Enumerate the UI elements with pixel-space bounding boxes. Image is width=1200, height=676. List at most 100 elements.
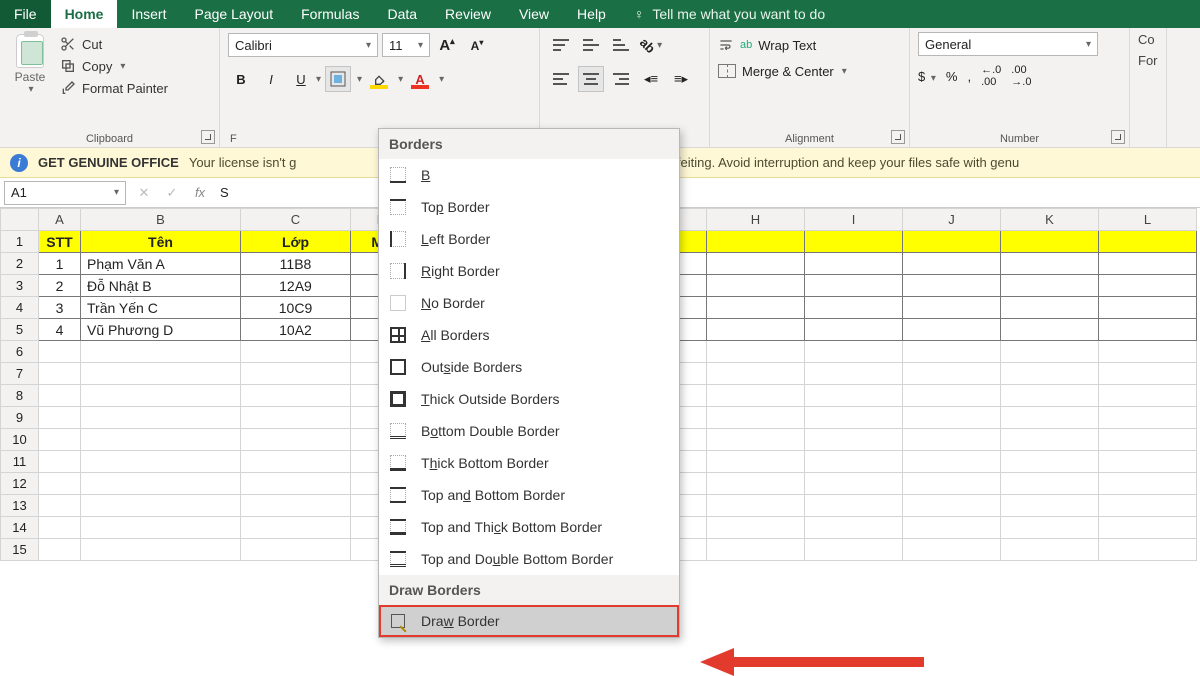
cell[interactable] <box>241 363 351 385</box>
cell[interactable] <box>1099 253 1197 275</box>
row-header-10[interactable]: 10 <box>1 429 39 451</box>
cut-button[interactable]: Cut <box>60 36 168 52</box>
comma-button[interactable]: , <box>967 69 971 84</box>
cell[interactable] <box>805 341 903 363</box>
cell[interactable]: Trần Yến C <box>81 297 241 319</box>
fx-cancel-button[interactable]: ✕ <box>130 185 158 201</box>
cell[interactable] <box>39 517 81 539</box>
cell[interactable] <box>805 473 903 495</box>
cell[interactable] <box>241 341 351 363</box>
cell[interactable] <box>805 429 903 451</box>
cell[interactable]: 12A9 <box>241 275 351 297</box>
align-center-button[interactable] <box>578 66 604 92</box>
dd-no-border[interactable]: No Border <box>379 287 679 319</box>
cell[interactable] <box>1001 231 1099 253</box>
font-name-combo[interactable]: Calibri ▾ <box>228 33 378 57</box>
number-dialog-launcher[interactable] <box>1111 130 1125 144</box>
chevron-down-icon[interactable]: ▾ <box>316 74 321 85</box>
col-header-J[interactable]: J <box>903 209 1001 231</box>
cell[interactable] <box>903 341 1001 363</box>
cell[interactable]: 4 <box>39 319 81 341</box>
dd-thick-bottom[interactable]: Thick Bottom Border <box>379 447 679 479</box>
cell[interactable] <box>1099 429 1197 451</box>
cell[interactable] <box>1001 297 1099 319</box>
cell[interactable] <box>1099 495 1197 517</box>
cell[interactable]: Lớp <box>241 231 351 253</box>
cell[interactable] <box>903 297 1001 319</box>
dd-outside-borders[interactable]: Outside Borders <box>379 351 679 383</box>
row-header-5[interactable]: 5 <box>1 319 39 341</box>
cell[interactable]: Đỗ Nhật B <box>81 275 241 297</box>
cell[interactable] <box>1099 341 1197 363</box>
cell[interactable] <box>805 319 903 341</box>
cell[interactable] <box>1099 231 1197 253</box>
cell[interactable] <box>903 517 1001 539</box>
col-header-H[interactable]: H <box>707 209 805 231</box>
borders-dropdown-arrow[interactable]: ▾ <box>357 74 362 85</box>
cell[interactable] <box>241 473 351 495</box>
row-header-6[interactable]: 6 <box>1 341 39 363</box>
cell[interactable] <box>81 385 241 407</box>
cell[interactable] <box>903 275 1001 297</box>
cell[interactable] <box>241 495 351 517</box>
cell[interactable] <box>707 407 805 429</box>
cell[interactable] <box>805 385 903 407</box>
decrease-font-button[interactable]: A▾ <box>464 32 490 58</box>
cell[interactable] <box>39 385 81 407</box>
fill-color-button[interactable] <box>366 66 392 92</box>
tab-home[interactable]: Home <box>51 0 118 28</box>
cell[interactable] <box>1099 363 1197 385</box>
cell[interactable] <box>707 275 805 297</box>
cell[interactable] <box>1001 341 1099 363</box>
paste-button[interactable]: Paste ▾ <box>8 32 52 96</box>
cell[interactable] <box>81 429 241 451</box>
cell[interactable] <box>81 451 241 473</box>
cell[interactable] <box>39 363 81 385</box>
cell[interactable] <box>39 473 81 495</box>
row-header-15[interactable]: 15 <box>1 539 39 561</box>
cell[interactable] <box>805 407 903 429</box>
cell[interactable] <box>39 451 81 473</box>
cell[interactable] <box>805 231 903 253</box>
cell[interactable] <box>1001 319 1099 341</box>
cell[interactable] <box>1001 407 1099 429</box>
chevron-down-icon[interactable]: ▾ <box>120 61 125 72</box>
chevron-down-icon[interactable]: ▾ <box>28 84 33 95</box>
cell[interactable] <box>39 539 81 561</box>
underline-button[interactable]: U <box>288 66 314 92</box>
cell[interactable] <box>707 451 805 473</box>
cell[interactable]: 1 <box>39 253 81 275</box>
cell[interactable] <box>1001 429 1099 451</box>
row-header-12[interactable]: 12 <box>1 473 39 495</box>
cell[interactable] <box>707 517 805 539</box>
dd-bottom-border[interactable]: B <box>379 159 679 191</box>
col-header-I[interactable]: I <box>805 209 903 231</box>
cell[interactable] <box>81 517 241 539</box>
cell[interactable] <box>1099 319 1197 341</box>
cell[interactable]: 3 <box>39 297 81 319</box>
tab-data[interactable]: Data <box>373 0 431 28</box>
cell[interactable] <box>1099 385 1197 407</box>
cell[interactable] <box>903 495 1001 517</box>
cell[interactable]: Vũ Phương D <box>81 319 241 341</box>
cell[interactable] <box>707 341 805 363</box>
align-left-button[interactable] <box>548 66 574 92</box>
cell[interactable] <box>81 473 241 495</box>
cell[interactable] <box>39 407 81 429</box>
borders-button[interactable] <box>325 66 351 92</box>
cell[interactable] <box>805 495 903 517</box>
cell[interactable] <box>39 341 81 363</box>
cell[interactable]: 10C9 <box>241 297 351 319</box>
cell[interactable] <box>707 253 805 275</box>
clipboard-dialog-launcher[interactable] <box>201 130 215 144</box>
cell[interactable] <box>1099 473 1197 495</box>
cell[interactable] <box>707 539 805 561</box>
dd-draw-border[interactable]: Draw Border <box>379 605 679 637</box>
chevron-down-icon[interactable]: ▾ <box>439 74 444 85</box>
col-header-K[interactable]: K <box>1001 209 1099 231</box>
cell[interactable] <box>707 319 805 341</box>
cell[interactable] <box>903 363 1001 385</box>
cell[interactable] <box>1099 275 1197 297</box>
row-header-14[interactable]: 14 <box>1 517 39 539</box>
fx-enter-button[interactable]: ✓ <box>158 185 186 201</box>
